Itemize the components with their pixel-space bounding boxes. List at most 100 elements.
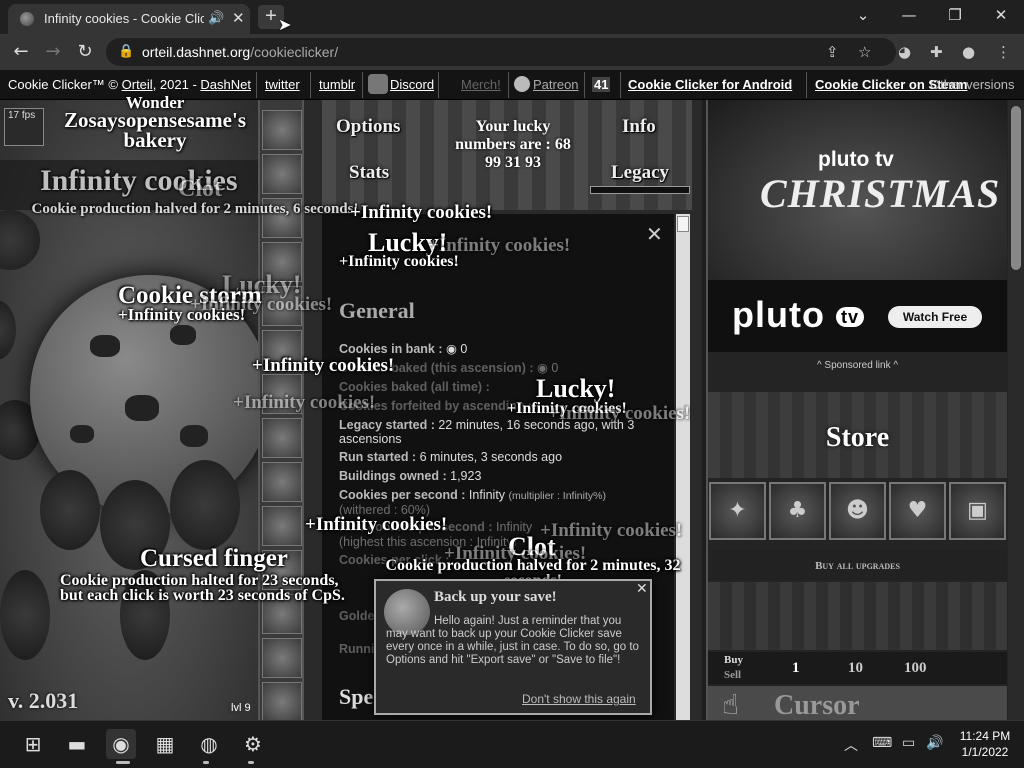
chevron-up-icon[interactable]: ︿ xyxy=(844,735,858,755)
address-bar[interactable]: 🔒 orteil.dashnet.org/cookieclicker/ ⇪ ☆ xyxy=(106,38,896,66)
lucky-line: 99 31 93 xyxy=(485,154,541,171)
stat-value: 1,923 xyxy=(450,469,482,483)
merch-link[interactable]: Merch! xyxy=(461,77,501,92)
puzzle-icon[interactable]: ✚ xyxy=(930,43,943,61)
wrinkler[interactable] xyxy=(0,210,40,270)
profile-icon[interactable]: ● xyxy=(962,43,975,61)
upgrade-heart-icon[interactable]: ♥ xyxy=(889,482,946,540)
cookie-app-icon[interactable]: ◍ xyxy=(194,729,224,759)
buy-all-upgrades-button[interactable]: Buy all upgrades xyxy=(708,550,1007,580)
amount-1[interactable]: 1 xyxy=(792,660,800,677)
scrollbar-thumb[interactable] xyxy=(1011,106,1021,270)
building-icon[interactable] xyxy=(262,418,302,458)
dont-show-again-link[interactable]: Don't show this again xyxy=(522,692,636,706)
store-bag-icon[interactable]: ▦ xyxy=(150,729,180,759)
keyboard-icon[interactable]: ⌨ xyxy=(872,735,892,751)
upgrade-sparkle-icon[interactable]: ✦ xyxy=(709,482,766,540)
network-icon[interactable]: ▭ xyxy=(902,735,915,751)
tab-search-icon[interactable]: ⌄ xyxy=(840,4,886,28)
amount-10[interactable]: 10 xyxy=(848,660,863,677)
orteil-link[interactable]: Orteil xyxy=(122,77,153,92)
lock-icon[interactable]: 🔒 xyxy=(118,43,134,59)
menu-kebab-icon[interactable]: ⋮ xyxy=(996,43,1011,61)
sell-toggle[interactable]: Sell xyxy=(724,669,741,681)
url-text: orteil.dashnet.org/cookieclicker/ xyxy=(142,44,338,60)
store-title: Store xyxy=(825,422,890,453)
dashnet-link[interactable]: DashNet xyxy=(200,77,251,92)
building-icon[interactable] xyxy=(262,154,302,194)
stat-cookies-in-bank: Cookies in bank : ◉ 0 xyxy=(339,342,468,356)
building-icon[interactable] xyxy=(262,638,302,678)
upgrade-chest-icon[interactable]: ▣ xyxy=(949,482,1006,540)
back-icon[interactable]: ← xyxy=(8,40,34,64)
bakery-name[interactable]: Wonder Zosaysopensesame's bakery xyxy=(20,94,290,151)
upgrade-tree-icon[interactable]: ♣ xyxy=(769,482,826,540)
legacy-progress-bar xyxy=(590,186,690,194)
stats-button[interactable]: Stats xyxy=(349,162,389,184)
notification-badge[interactable]: 41 xyxy=(592,77,611,92)
tumblr-link[interactable]: tumblr xyxy=(319,77,355,92)
popup-infinity-cookies: +Infinity cookies! xyxy=(540,520,683,541)
patreon-link[interactable]: Patreon xyxy=(533,77,579,92)
reload-icon[interactable]: ↻ xyxy=(72,40,98,64)
wrinkler[interactable] xyxy=(0,570,50,660)
wrinkler[interactable] xyxy=(0,300,16,360)
upgrade-ghost-icon[interactable]: ☻ xyxy=(829,482,886,540)
building-icon[interactable] xyxy=(262,462,302,502)
discord-link[interactable]: Discord xyxy=(390,77,434,92)
pluto-christmas-ad[interactable]: pluto tv CHRISTMAS xyxy=(708,100,1007,280)
volume-icon[interactable]: 🔊 xyxy=(926,735,943,751)
share-icon[interactable]: ⇪ xyxy=(826,43,839,61)
page-scrollbar[interactable] xyxy=(1008,100,1024,720)
popup-infinity-cookies: +Infinity cookies! xyxy=(350,202,493,223)
stat-baked-all-time: Cookies baked (all time) : xyxy=(339,380,669,394)
speaker-icon[interactable]: 🔊 xyxy=(208,10,224,26)
wrinkler[interactable] xyxy=(40,470,100,550)
legacy-button[interactable]: Legacy xyxy=(611,162,669,184)
clock-date: 1/1/2022 xyxy=(961,745,1009,759)
watch-free-button[interactable]: Watch Free xyxy=(888,306,982,328)
amount-100[interactable]: 100 xyxy=(904,660,927,677)
minimize-button[interactable]: — xyxy=(886,4,932,28)
info-button[interactable]: Info xyxy=(622,116,656,138)
building-icon[interactable] xyxy=(262,110,302,150)
sponsored-link[interactable]: ^ Sponsored link ^ xyxy=(708,360,1007,371)
buy-toggle[interactable]: Buy xyxy=(724,654,743,666)
forward-icon[interactable]: → xyxy=(40,40,66,64)
restore-button[interactable]: ❐ xyxy=(932,4,978,28)
store-building-cursor[interactable]: ☝ Cursor xyxy=(708,686,1007,721)
other-versions-link[interactable]: Other versions xyxy=(930,77,1015,92)
popup-infinity-cookies: +Infinity cookies! xyxy=(339,253,459,270)
extension-icon[interactable]: ◕ xyxy=(898,43,911,61)
close-window-button[interactable]: ✕ xyxy=(978,4,1024,28)
building-icon[interactable] xyxy=(262,682,302,722)
stat-value: Infinity xyxy=(468,488,506,502)
running-indicator xyxy=(203,761,209,764)
stat-label: Buildings owned : xyxy=(339,469,447,483)
pluto-tv-banner-ad[interactable]: pluto tv Watch Free xyxy=(708,280,1007,352)
close-icon[interactable]: ✕ xyxy=(646,222,663,246)
chrome-icon[interactable]: ◉ xyxy=(106,729,136,759)
android-link[interactable]: Cookie Clicker for Android xyxy=(628,77,792,92)
stat-value: 0 xyxy=(551,361,559,375)
close-tab-icon[interactable]: ✕ xyxy=(232,9,245,27)
settings-gear-icon[interactable]: ⚙ xyxy=(238,729,268,759)
file-explorer-icon[interactable]: ▬ xyxy=(62,729,92,759)
stats-scrollbar[interactable] xyxy=(676,214,690,720)
scrollbar-thumb[interactable] xyxy=(677,216,689,232)
options-button[interactable]: Options xyxy=(336,116,400,138)
divider xyxy=(256,72,257,98)
browser-tab[interactable]: Infinity cookies - Cookie Clicker 🔊 ✕ xyxy=(8,4,250,34)
bookmark-star-icon[interactable]: ☆ xyxy=(858,43,871,61)
close-icon[interactable]: ✕ xyxy=(636,581,648,597)
pluto-logo-small: pluto tv xyxy=(818,148,894,171)
clock[interactable]: 11:24 PM 1/1/2022 xyxy=(950,728,1020,760)
divider xyxy=(362,72,363,98)
building-icon[interactable] xyxy=(262,506,302,546)
backup-notification: Back up your save! ✕ Hello again! Just a… xyxy=(374,579,652,715)
twitter-link[interactable]: twitter xyxy=(265,77,300,92)
wrinkler[interactable] xyxy=(170,460,240,550)
effect-title: Clot xyxy=(178,176,222,202)
chocolate-chip xyxy=(90,335,120,357)
start-windows-icon[interactable]: ⊞ xyxy=(18,729,48,759)
